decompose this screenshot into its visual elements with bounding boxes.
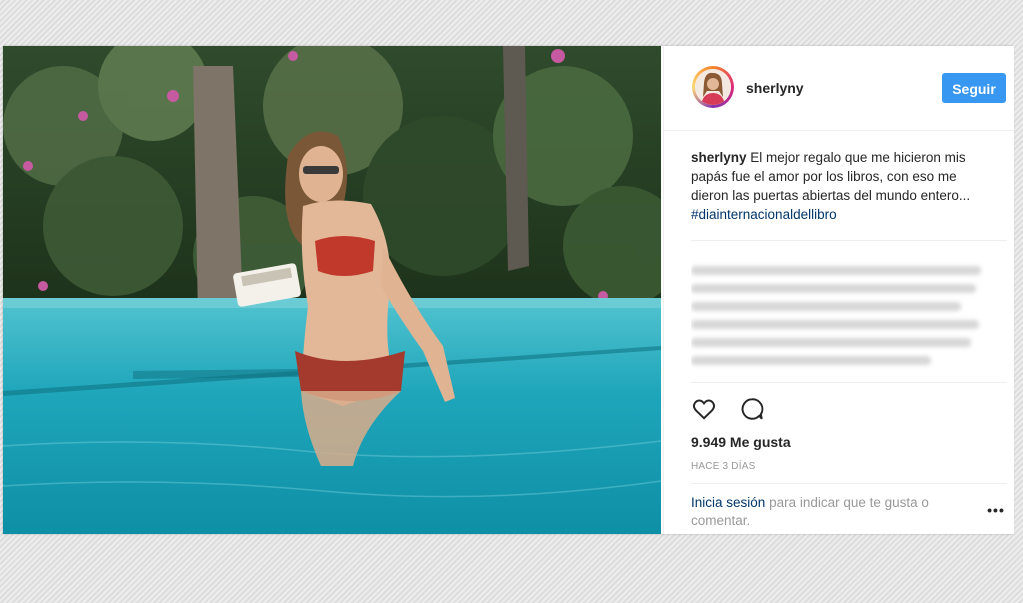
comments-list bbox=[691, 258, 991, 378]
comment-blurred bbox=[691, 266, 981, 275]
speech-bubble-icon[interactable] bbox=[739, 396, 765, 422]
divider bbox=[691, 382, 1007, 383]
follow-button[interactable]: Seguir bbox=[942, 73, 1006, 103]
post-actions bbox=[691, 396, 783, 422]
instagram-post: sherlyny Seguir sherlyny El mejor regalo… bbox=[3, 46, 1014, 534]
like-count[interactable]: 9.949 Me gusta bbox=[691, 434, 791, 450]
post-header: sherlyny Seguir bbox=[664, 46, 1014, 131]
login-link[interactable]: Inicia sesión bbox=[691, 495, 765, 510]
comment-blurred bbox=[691, 356, 931, 365]
comment-blurred bbox=[691, 284, 976, 293]
caption-username[interactable]: sherlyny bbox=[691, 150, 747, 165]
ellipsis-icon[interactable]: ••• bbox=[986, 502, 1006, 520]
comment-blurred bbox=[691, 320, 979, 329]
post-photo[interactable] bbox=[3, 46, 661, 534]
avatar-image bbox=[695, 69, 731, 105]
caption-hashtag[interactable]: #diainternacionaldellibro bbox=[691, 207, 837, 222]
heart-icon[interactable] bbox=[691, 396, 717, 422]
comment-blurred bbox=[691, 302, 961, 311]
photo-illustration bbox=[3, 46, 661, 534]
divider bbox=[691, 483, 1007, 484]
divider bbox=[691, 240, 1007, 241]
post-sidebar: sherlyny Seguir sherlyny El mejor regalo… bbox=[663, 46, 1014, 534]
post-timestamp[interactable]: HACE 3 DÍAS bbox=[691, 461, 755, 472]
post-caption: sherlyny El mejor regalo que me hicieron… bbox=[691, 148, 991, 224]
username[interactable]: sherlyny bbox=[746, 80, 804, 96]
avatar[interactable] bbox=[692, 66, 734, 108]
comment-blurred bbox=[691, 338, 971, 347]
login-prompt: Inicia sesión para indicar que te gusta … bbox=[691, 494, 981, 530]
